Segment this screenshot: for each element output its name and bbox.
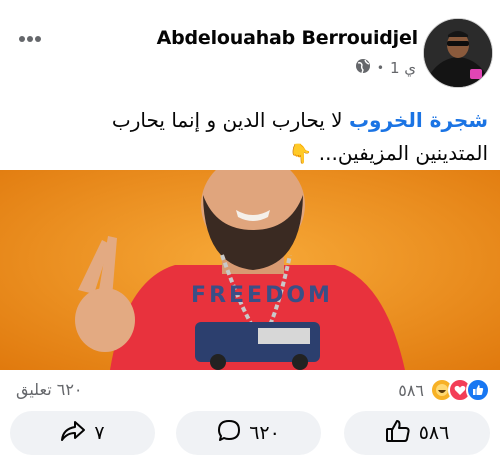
reaction-count: ٥٨٦ (398, 380, 424, 400)
author-avatar[interactable] (423, 18, 493, 88)
like-button[interactable]: ٥٨٦ (344, 411, 490, 455)
more-options-icon[interactable] (10, 24, 50, 54)
comment-button[interactable]: ٦٢٠ (176, 411, 321, 455)
post-meta: • 1 ي (355, 58, 416, 78)
shirt-text: FREEDOM (191, 283, 333, 308)
post-text: شجرة الخروب لا يحارب الدين و إنما يحارب … (34, 104, 488, 171)
like-icon (466, 378, 490, 402)
post-time[interactable]: 1 ي (390, 59, 416, 77)
share-icon (60, 420, 86, 447)
author-name[interactable]: Abdelouahab Berrouidjel (157, 27, 419, 49)
like-count: ٥٨٦ (418, 422, 450, 444)
reaction-icons (430, 378, 490, 402)
pointing-down-emoji: 👇 (288, 143, 313, 165)
share-count: ٧ (94, 422, 105, 444)
comment-icon (217, 419, 241, 448)
post-photo[interactable]: FREEDOM (0, 170, 500, 370)
reactions-summary[interactable]: ٥٨٦ (398, 378, 490, 402)
thumbs-up-icon (385, 419, 411, 448)
comment-count: ٦٢٠ (249, 422, 280, 444)
post-actions: ٧ ٦٢٠ ٥٨٦ (0, 411, 500, 459)
globe-icon[interactable] (355, 58, 371, 78)
hashtag-link[interactable]: شجرة الخروب (349, 108, 488, 132)
post-card: Abdelouahab Berrouidjel • 1 ي شجرة الخرو… (0, 0, 500, 461)
meta-separator: • (376, 61, 384, 75)
comments-count[interactable]: ٦٢٠ تعليق (16, 380, 83, 399)
share-button[interactable]: ٧ (10, 411, 155, 455)
